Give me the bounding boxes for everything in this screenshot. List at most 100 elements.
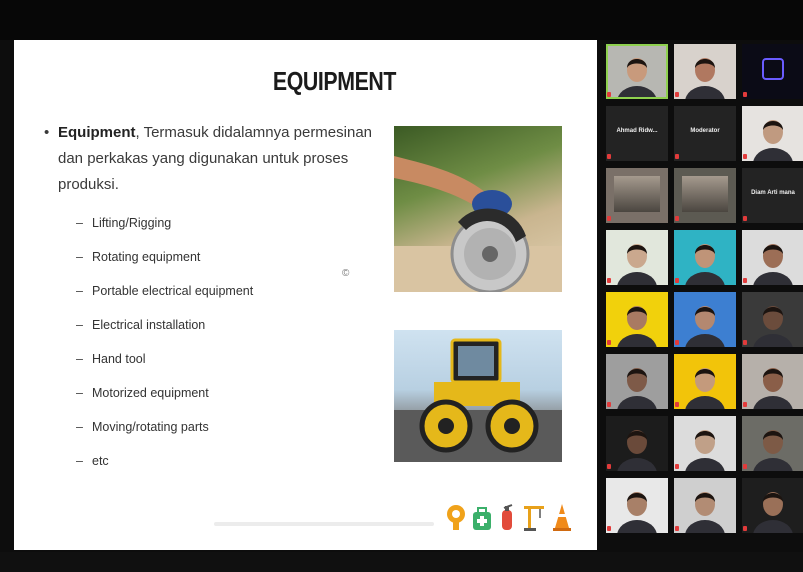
participant-tile[interactable] xyxy=(742,478,803,533)
road-roller-photo xyxy=(394,330,562,462)
first-aid-kit-icon xyxy=(473,507,491,530)
muted-mic-icon xyxy=(675,278,679,283)
bullet-dot: • xyxy=(44,124,50,141)
participant-video xyxy=(685,58,725,99)
equipment-list-item: – Motorized equipment xyxy=(76,386,253,420)
participant-tile[interactable] xyxy=(606,44,668,99)
bottom-bar xyxy=(0,552,803,572)
equipment-list-item: – Lifting/Rigging xyxy=(76,216,253,250)
participant-tile[interactable] xyxy=(674,478,736,533)
list-dash: – xyxy=(76,454,83,468)
participant-tile[interactable] xyxy=(742,106,803,161)
participant-tile[interactable]: Moderator xyxy=(674,106,736,161)
participant-video xyxy=(617,430,657,471)
muted-mic-icon xyxy=(743,92,747,97)
participant-video xyxy=(617,492,657,533)
traffic-cone-icon xyxy=(553,504,571,531)
shared-slide: EQUIPMENT • Equipment, Termasuk didalamn… xyxy=(14,40,597,550)
hard-hat-icon xyxy=(447,505,465,530)
participant-tile[interactable] xyxy=(606,354,668,409)
participant-tile[interactable] xyxy=(674,292,736,347)
participant-tile[interactable] xyxy=(606,230,668,285)
muted-mic-icon xyxy=(607,340,611,345)
participant-name: Moderator xyxy=(690,128,720,134)
participant-tile[interactable] xyxy=(742,416,803,471)
muted-mic-icon xyxy=(743,526,747,531)
participant-tile[interactable] xyxy=(742,44,803,99)
participant-name: Ahmad Ridw... xyxy=(616,128,658,134)
bullet-bold-term: Equipment xyxy=(58,124,136,141)
participant-video xyxy=(685,244,725,285)
equipment-list-item: – etc xyxy=(76,454,253,488)
slide-decoration-line xyxy=(214,522,434,526)
equipment-list-item: – Hand tool xyxy=(76,352,253,386)
participant-tile[interactable] xyxy=(674,168,736,223)
participant-video xyxy=(614,176,660,212)
muted-mic-icon xyxy=(607,526,611,531)
participant-tile[interactable] xyxy=(674,416,736,471)
muted-mic-icon xyxy=(607,154,611,159)
list-item-label: Electrical installation xyxy=(92,318,206,332)
muted-mic-icon xyxy=(607,464,611,469)
list-dash: – xyxy=(76,386,83,400)
participant-logo-icon xyxy=(762,58,784,80)
muted-mic-icon xyxy=(743,340,747,345)
participant-video xyxy=(685,492,725,533)
participant-video xyxy=(617,244,657,285)
participant-video xyxy=(753,306,793,347)
muted-mic-icon xyxy=(743,216,747,221)
equipment-list-item: – Portable electrical equipment xyxy=(76,284,253,318)
list-item-label: Motorized equipment xyxy=(92,386,209,400)
participant-tile[interactable] xyxy=(742,354,803,409)
muted-mic-icon xyxy=(675,216,679,221)
participant-tile[interactable] xyxy=(674,354,736,409)
participant-gallery: Ahmad Ridw... Moderator Diam Arti mana xyxy=(604,44,803,552)
list-dash: – xyxy=(76,250,83,264)
participant-video xyxy=(753,492,793,533)
participant-tile[interactable]: Diam Arti mana xyxy=(742,168,803,223)
participant-name: Diam Arti mana xyxy=(751,190,795,196)
muted-mic-icon xyxy=(743,464,747,469)
participant-video xyxy=(685,368,725,409)
main-bullet: • Equipment, Termasuk didalamnya permesi… xyxy=(44,120,378,198)
participant-video xyxy=(753,244,793,285)
list-item-label: Lifting/Rigging xyxy=(92,216,172,230)
muted-mic-icon xyxy=(743,278,747,283)
list-item-label: etc xyxy=(92,454,109,468)
participant-tile[interactable] xyxy=(606,168,668,223)
list-item-label: Hand tool xyxy=(92,352,146,366)
muted-mic-icon xyxy=(743,402,747,407)
participant-video xyxy=(617,58,657,99)
list-dash: – xyxy=(76,216,83,230)
safety-icons xyxy=(446,498,576,532)
list-dash: – xyxy=(76,318,83,332)
participant-tile[interactable] xyxy=(606,478,668,533)
muted-mic-icon xyxy=(675,92,679,97)
muted-mic-icon xyxy=(675,154,679,159)
muted-mic-icon xyxy=(675,402,679,407)
participant-video xyxy=(617,368,657,409)
circular-saw-photo xyxy=(394,126,562,292)
muted-mic-icon xyxy=(607,278,611,283)
participant-video xyxy=(682,176,728,212)
participant-tile[interactable] xyxy=(606,292,668,347)
muted-mic-icon xyxy=(675,526,679,531)
participant-video xyxy=(685,306,725,347)
list-item-label: Rotating equipment xyxy=(92,250,201,264)
mouse-cursor: © xyxy=(342,268,350,279)
top-bar xyxy=(0,0,803,40)
list-dash: – xyxy=(76,420,83,434)
participant-video xyxy=(685,430,725,471)
participant-tile[interactable] xyxy=(674,44,736,99)
equipment-list-item: – Moving/rotating parts xyxy=(76,420,253,454)
participant-tile[interactable] xyxy=(742,292,803,347)
participant-video xyxy=(753,120,793,161)
muted-mic-icon xyxy=(675,340,679,345)
participant-tile[interactable] xyxy=(742,230,803,285)
participant-tile[interactable] xyxy=(674,230,736,285)
fire-extinguisher-icon xyxy=(502,504,513,530)
participant-tile[interactable]: Ahmad Ridw... xyxy=(606,106,668,161)
muted-mic-icon xyxy=(607,402,611,407)
participant-tile[interactable] xyxy=(606,416,668,471)
slide-title: EQUIPMENT xyxy=(272,66,396,96)
